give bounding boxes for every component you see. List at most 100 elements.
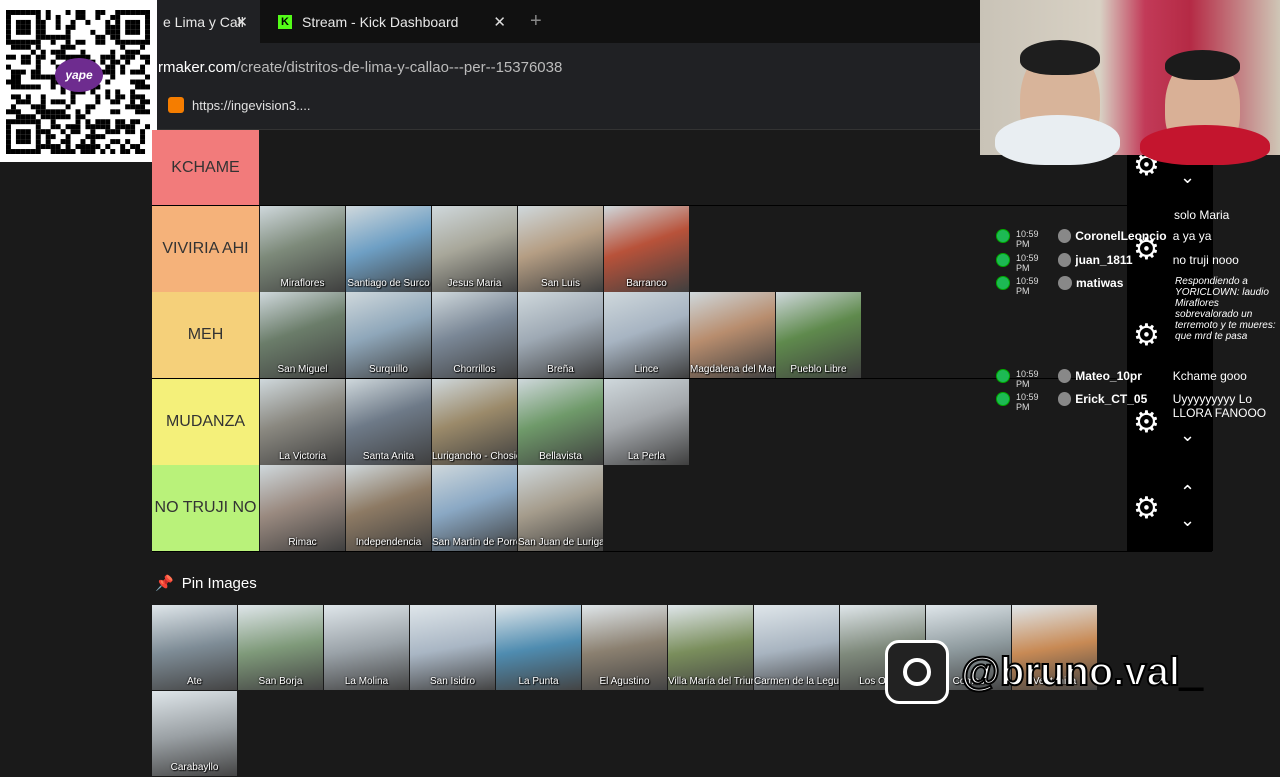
chat-time: 10:59 PM <box>1016 229 1039 249</box>
pin-image[interactable]: El Agustino <box>582 605 667 690</box>
streamer-left-hair <box>1020 40 1100 75</box>
chevron-up-icon[interactable]: ⌃ <box>1180 482 1195 503</box>
tier-item-label: Santiago de Surco <box>347 277 430 289</box>
avatar <box>1057 229 1072 243</box>
chat-time: 10:59 PM <box>1016 369 1039 389</box>
tier-item[interactable]: Magdalena del Mar <box>690 292 775 378</box>
avatar <box>1057 369 1072 383</box>
tier-item[interactable]: San Miguel <box>260 292 345 378</box>
tier-item[interactable]: Jesus Maria <box>432 205 517 292</box>
instagram-icon <box>885 640 949 704</box>
tier-item[interactable]: Surquillo <box>346 292 431 378</box>
tier-item-label: San Martin de Porres <box>432 537 517 548</box>
verified-badge-icon <box>996 392 1010 406</box>
tier-item-label: San Luis <box>541 277 580 289</box>
tier-item[interactable]: Rimac <box>260 465 345 551</box>
tier-item-label: Miraflores <box>280 277 325 289</box>
tier-item[interactable]: Chorrillos <box>432 292 517 378</box>
tier-label[interactable]: VIVIRIA AHI <box>152 205 259 292</box>
instagram-handle: @bruno.val_ <box>960 649 1203 695</box>
pin-image[interactable]: Villa María del Triunfo <box>668 605 753 690</box>
tier-item-label: La Perla <box>627 450 666 462</box>
pin-image[interactable]: Carabayllo <box>152 691 237 776</box>
avatar <box>1057 392 1072 406</box>
chat-time: 10:59 PM <box>1016 253 1039 273</box>
tab-label: e Lima y Call <box>163 13 244 30</box>
chat-text: no truji nooo <box>1172 253 1239 267</box>
gear-icon[interactable]: ⚙ <box>1133 491 1160 526</box>
pin-image-label: San Isidro <box>429 676 476 687</box>
tier-item[interactable]: Barranco <box>604 205 689 292</box>
tier-item-label: La Victoria <box>278 450 327 462</box>
tier-item-label: Surquillo <box>369 364 408 375</box>
pin-images-title: Pin Images <box>181 574 257 592</box>
chat-message: 10:59 PM Erick_CT_05 Uyyyyyyyyy Lo LLORA… <box>996 392 1280 420</box>
chevron-down-icon[interactable]: ⌄ <box>1180 425 1195 446</box>
chat-username[interactable]: CoronelLeoncio <box>1075 229 1173 243</box>
url-text[interactable]: rmaker.com/create/distritos-de-lima-y-ca… <box>158 59 562 76</box>
webcam-feed <box>980 0 1280 165</box>
blogger-icon <box>168 97 184 113</box>
pin-image[interactable]: Carmen de la Legua - Reynoso <box>754 605 839 690</box>
tier-item-label: Lince <box>634 364 659 375</box>
tab-label: Stream - Kick Dashboard <box>302 13 459 30</box>
tab-kick-dashboard[interactable]: K Stream - Kick Dashboard ✕ <box>268 0 518 43</box>
pin-image-label: San Borja <box>258 676 303 687</box>
tier-item[interactable]: Breña <box>518 292 603 378</box>
tier-item[interactable]: San Martin de Porres <box>432 465 517 551</box>
tier-item-label: Bellavista <box>539 450 582 462</box>
tier-item[interactable]: Miraflores <box>260 205 345 292</box>
close-icon[interactable]: ✕ <box>235 13 248 31</box>
new-tab-button[interactable]: + <box>530 10 542 33</box>
chevron-down-icon[interactable]: ⌄ <box>1180 510 1195 531</box>
chat-message: 10:59 PM juan_1811 no truji nooo <box>996 253 1280 273</box>
close-icon[interactable]: ✕ <box>493 13 506 31</box>
verified-badge-icon <box>996 253 1010 267</box>
chat-message: 10:59 PM matiwas Respondiendo a YORICLOW… <box>996 276 1280 342</box>
bookmark-item[interactable]: https://ingevision3.... <box>168 97 311 113</box>
chat-username[interactable]: matiwas <box>1076 276 1175 290</box>
tier-item[interactable]: Bellavista <box>518 378 603 465</box>
chevron-down-icon[interactable]: ⌄ <box>1180 167 1195 188</box>
tier-item[interactable]: San Luis <box>518 205 603 292</box>
tier-item[interactable]: La Victoria <box>260 378 345 465</box>
pin-image[interactable]: La Punta <box>496 605 581 690</box>
tier-items: Miraflores Santiago de Surco Jesus Maria Sa… <box>260 205 690 292</box>
tier-items: La Victoria Santa Anita Lurigancho - Chosi… <box>260 378 690 465</box>
tier-row: NO TRUJI NO Rimac Independencia San Martin … <box>152 465 1212 552</box>
tier-label[interactable]: KCHAME <box>152 130 259 205</box>
pin-image-label: El Agustino <box>599 676 650 687</box>
verified-badge-icon <box>996 276 1010 290</box>
tier-item[interactable]: La Perla <box>604 378 689 465</box>
tier-item-label: Lurigancho - Chosica <box>432 450 517 462</box>
tier-label[interactable]: NO TRUJI NO <box>152 465 259 551</box>
tier-item-label: Independencia <box>355 537 422 548</box>
pin-image-label: Villa María del Triunfo <box>668 676 753 687</box>
tier-item[interactable]: Lince <box>604 292 689 378</box>
tier-item[interactable]: Santa Anita <box>346 378 431 465</box>
tier-item[interactable]: Lurigancho - Chosica <box>432 378 517 465</box>
chat-text: Respondiendo a YORICLOWN: laudio Miraflo… <box>1175 276 1276 342</box>
tier-item-label: Pueblo Libre <box>790 364 847 375</box>
tier-item[interactable]: San Juan de Lurigancho <box>518 465 603 551</box>
tier-label[interactable]: MUDANZA <box>152 378 259 465</box>
streamer-left-shirt <box>995 115 1120 165</box>
chat-username[interactable]: Mateo_10pr <box>1075 369 1173 383</box>
chat-username[interactable]: juan_1811 <box>1075 253 1173 267</box>
tier-item-label: Barranco <box>626 277 667 289</box>
tier-item[interactable]: Independencia <box>346 465 431 551</box>
pin-image[interactable]: Ate <box>152 605 237 690</box>
tier-item-label: Magdalena del Mar <box>690 364 775 375</box>
chat-message: 10:59 PM CoronelLeoncio a ya ya <box>996 229 1280 249</box>
tier-item[interactable]: Pueblo Libre <box>776 292 861 378</box>
tab-tier-list[interactable]: e Lima y Call ✕ <box>155 0 260 43</box>
tier-item[interactable]: Santiago de Surco <box>346 205 431 292</box>
tier-label[interactable]: MEH <box>152 292 259 378</box>
chat-username[interactable]: Erick_CT_05 <box>1075 392 1173 406</box>
url-host: rmaker.com <box>158 59 237 76</box>
pin-image[interactable]: San Isidro <box>410 605 495 690</box>
pin-image[interactable]: San Borja <box>238 605 323 690</box>
pin-image-label: Carabayllo <box>170 762 219 773</box>
pin-image-label: La Molina <box>344 676 389 687</box>
pin-image[interactable]: La Molina <box>324 605 409 690</box>
